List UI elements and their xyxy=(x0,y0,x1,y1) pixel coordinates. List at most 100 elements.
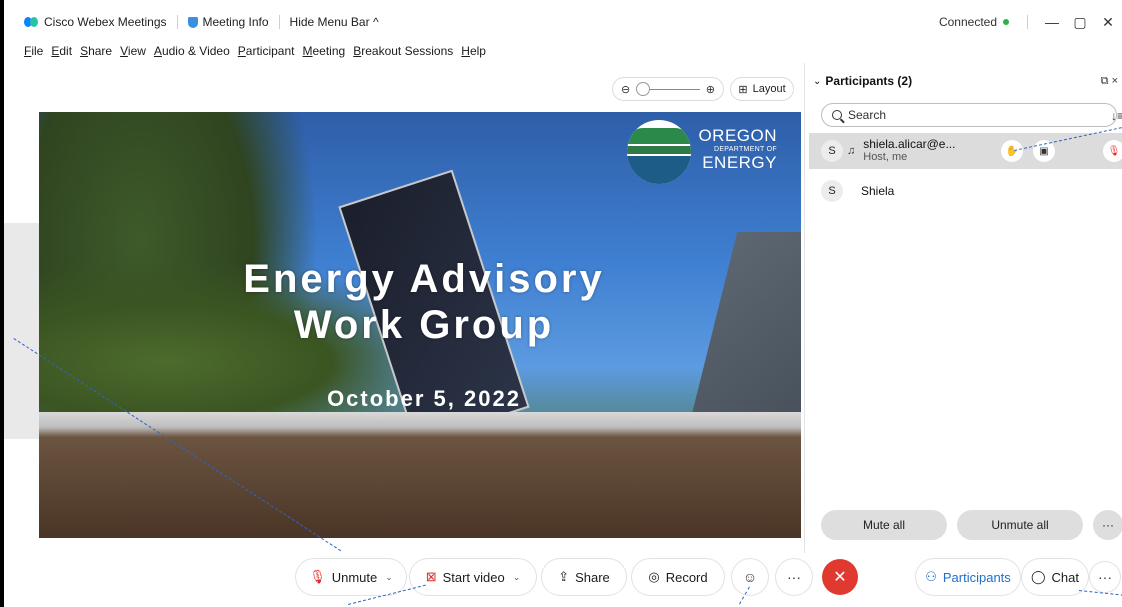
slide-roof-image xyxy=(39,412,801,538)
org-line-3: ENERGY xyxy=(702,153,777,172)
avatar: S xyxy=(821,140,843,162)
share-label: Share xyxy=(575,569,610,585)
zoom-in-icon[interactable]: ⊕ xyxy=(706,83,715,96)
menu-participant[interactable]: Participant xyxy=(238,44,295,60)
chat-icon: ◯ xyxy=(1030,569,1046,584)
hide-menu-bar-label: Hide Menu Bar xyxy=(289,15,370,29)
video-off-icon: ⊠ xyxy=(425,569,437,584)
title-separator xyxy=(278,15,280,29)
participant-info: shiela.alicar@e... Host, me xyxy=(863,138,955,164)
close-window-button[interactable]: ✕ xyxy=(1094,14,1122,31)
zoom-control[interactable]: ⊖ ⊕ xyxy=(612,77,724,101)
participants-button[interactable]: ⚇ Participants xyxy=(916,559,1020,595)
webex-window: Cisco Webex Meetings Meeting Info Hide M… xyxy=(0,0,1122,607)
more-options-button[interactable]: ··· xyxy=(776,559,812,595)
zoom-slider[interactable] xyxy=(636,81,700,96)
share-button[interactable]: ⇪ Share xyxy=(542,559,626,595)
sort-icon[interactable]: ↓≡ xyxy=(1111,109,1122,123)
menu-file[interactable]: File xyxy=(24,44,43,60)
unmute-label: Unmute xyxy=(331,569,378,585)
slide-title: Energy Advisory Work Group xyxy=(209,256,639,348)
muted-mic-icon: 🎙 xyxy=(309,569,326,584)
grid-icon: ⊞ xyxy=(738,83,748,96)
popout-icon[interactable]: ⧉ xyxy=(1101,75,1109,87)
chevron-down-icon[interactable]: ⌄ xyxy=(385,572,393,583)
mute-all-button[interactable]: Mute all xyxy=(821,510,947,540)
menu-view[interactable]: View xyxy=(120,44,146,60)
more-icon: ··· xyxy=(1098,569,1112,585)
person-icon: ⚇ xyxy=(925,569,937,584)
window-controls: Connected — ▢ ✕ xyxy=(939,14,1122,31)
participant-row[interactable]: S Shiela xyxy=(809,173,1122,209)
menu-share[interactable]: Share xyxy=(80,44,112,60)
search-icon xyxy=(832,110,842,120)
menu-breakout-sessions[interactable]: Breakout Sessions xyxy=(353,44,453,60)
title-separator xyxy=(1027,15,1028,29)
avatar: S xyxy=(821,180,843,202)
record-label: Record xyxy=(665,569,708,585)
minimize-button[interactable]: — xyxy=(1038,14,1066,30)
meeting-info-button[interactable]: Meeting Info xyxy=(203,15,269,29)
record-button[interactable]: ◎ Record xyxy=(632,559,724,595)
participants-header: ⌄ Participants (2) ⧉ × xyxy=(805,63,1122,99)
participant-name: Shiela xyxy=(861,183,895,198)
chat-label: Chat xyxy=(1051,569,1080,585)
slide-title-line-1: Energy Advisory xyxy=(243,257,605,301)
leave-meeting-button[interactable]: ✕ xyxy=(822,559,858,595)
participants-label: Participants xyxy=(942,569,1011,585)
smiley-icon: ☺ xyxy=(742,569,758,585)
chevron-down-icon[interactable]: ⌄ xyxy=(513,572,521,583)
more-icon: ··· xyxy=(787,569,801,585)
more-panels-button[interactable]: ··· xyxy=(1090,562,1120,592)
reactions-button[interactable]: ☺ xyxy=(732,559,768,595)
connection-status: Connected xyxy=(938,15,997,29)
participant-row[interactable]: S ♫ shiela.alicar@e... Host, me ✋ ▣ 🎙 xyxy=(809,133,1122,169)
start-video-button[interactable]: ⊠ Start video ⌄ xyxy=(410,559,536,595)
layout-button[interactable]: ⊞ Layout xyxy=(730,77,794,101)
app-name: Cisco Webex Meetings xyxy=(44,15,167,29)
menu-edit[interactable]: Edit xyxy=(51,44,72,60)
chevron-up-icon: ^ xyxy=(372,15,379,29)
panel-tools: ⧉ × xyxy=(1101,75,1118,88)
participant-info: Shiela xyxy=(861,183,895,198)
participant-role: Host, me xyxy=(863,151,908,163)
menu-bar: File Edit Share View Audio & Video Parti… xyxy=(24,44,494,60)
participant-name: shiela.alicar@e... xyxy=(863,137,956,151)
participant-search-input[interactable]: Search xyxy=(821,103,1117,127)
slide-title-line-2: Work Group xyxy=(293,303,555,347)
hide-menu-bar-button[interactable]: Hide Menu Bar ^ xyxy=(290,15,379,29)
start-video-label: Start video xyxy=(442,569,505,585)
headset-icon: ♫ xyxy=(847,145,856,157)
close-panel-icon[interactable]: × xyxy=(1112,75,1118,87)
org-line-1: OREGON xyxy=(698,126,777,145)
layout-label: Layout xyxy=(752,83,786,95)
title-bar: Cisco Webex Meetings Meeting Info Hide M… xyxy=(4,0,1122,44)
title-separator xyxy=(176,15,178,29)
muted-mic-icon[interactable]: 🎙 xyxy=(1103,140,1122,162)
panel-more-button[interactable]: ··· xyxy=(1093,510,1122,540)
unmute-all-button[interactable]: Unmute all xyxy=(957,510,1083,540)
oregon-energy-logo-icon xyxy=(627,120,691,184)
panel-footer: Mute all Unmute all ··· xyxy=(821,510,1122,540)
raise-hand-icon[interactable]: ✋ xyxy=(1001,140,1023,162)
chevron-down-icon[interactable]: ⌄ xyxy=(813,76,821,87)
participants-title: Participants (2) xyxy=(825,74,913,88)
zoom-slider-knob[interactable] xyxy=(636,81,651,96)
org-name: OREGON DEPARTMENT OF ENERGY xyxy=(697,126,777,171)
search-placeholder: Search xyxy=(848,108,887,122)
unmute-button[interactable]: 🎙 Unmute ⌄ xyxy=(296,559,406,595)
menu-meeting[interactable]: Meeting xyxy=(303,44,346,60)
close-icon: ✕ xyxy=(833,569,847,586)
share-icon: ⇪ xyxy=(558,569,570,584)
zoom-out-icon[interactable]: ⊖ xyxy=(621,83,630,96)
menu-help[interactable]: Help xyxy=(461,44,486,60)
meeting-toolbar: 🎙 Unmute ⌄ ⊠ Start video ⌄ ⇪ Share ◎ Rec… xyxy=(4,553,1122,601)
restore-button[interactable]: ▢ xyxy=(1066,14,1094,31)
content-stage: ⊖ ⊕ ⊞ Layout OREGON DEPARTMENT OF ENERGY… xyxy=(4,63,801,543)
meeting-info-shield-icon[interactable] xyxy=(187,16,198,28)
menu-audio-video[interactable]: Audio & Video xyxy=(154,44,230,60)
webex-logo-icon xyxy=(24,17,38,27)
connected-dot-icon xyxy=(1003,19,1009,25)
record-icon: ◎ xyxy=(648,569,660,584)
slide-date: October 5, 2022 xyxy=(327,386,521,411)
